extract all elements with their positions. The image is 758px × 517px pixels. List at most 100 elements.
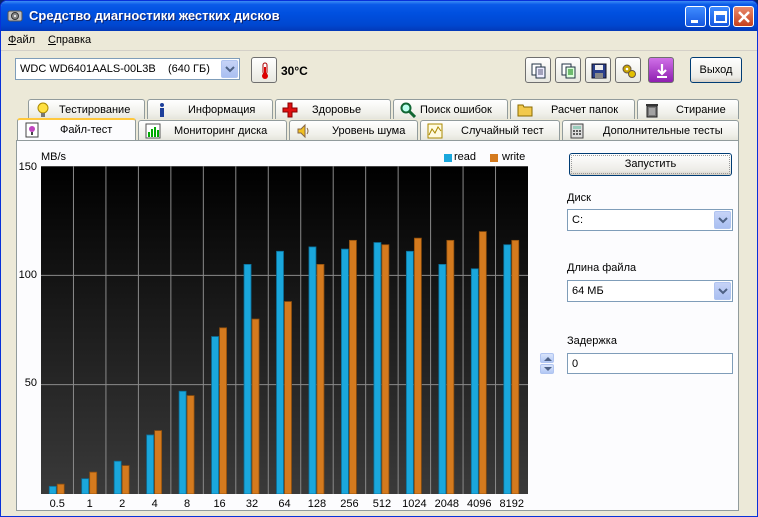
tab-file-test[interactable]: Файл-тест (17, 118, 136, 140)
tab-disk-monitoring[interactable]: Мониторинг диска (138, 120, 287, 140)
bar-write-16 (219, 327, 227, 495)
bar-write-256 (349, 239, 357, 495)
tab-noise-level-label: Уровень шума (332, 125, 406, 137)
tab-erase[interactable]: Стирание (637, 99, 739, 119)
download-button[interactable] (648, 57, 674, 83)
x-tick-label: 4 (151, 498, 158, 510)
health-cross-icon (282, 102, 298, 118)
options-button[interactable] (615, 57, 641, 83)
close-button[interactable] (733, 6, 754, 27)
y-tick-label: 50 (24, 377, 37, 389)
spin-down-button[interactable] (540, 364, 554, 374)
delay-input[interactable]: 0 (567, 353, 733, 374)
disk-select[interactable]: C: (567, 209, 733, 231)
bar-read-1 (81, 478, 90, 495)
drive-select-value: WDC WD6401AALS-00L3B (640 ГБ) (20, 63, 210, 75)
tab-random-test-label: Случайный тест (461, 125, 544, 137)
temperature-value: 30°C (281, 64, 308, 78)
disk-label: Диск (567, 192, 591, 204)
tab-information[interactable]: Информация (147, 99, 273, 119)
bar-write-4 (154, 430, 163, 495)
x-tick-label: 128 (307, 498, 327, 510)
magnifier-icon (400, 102, 416, 118)
tab-error-scan[interactable]: Поиск ошибок (393, 99, 508, 119)
tab-file-test-label: Файл-тест (60, 124, 113, 136)
trash-icon (646, 104, 658, 118)
tab-error-scan-label: Поиск ошибок (420, 104, 492, 116)
tab-disk-monitoring-label: Мониторинг диска (174, 125, 268, 137)
x-tick-label: 4096 (467, 498, 492, 510)
bar-write-1 (89, 471, 98, 495)
title-bar[interactable]: Средство диагностики жестких дисков (1, 1, 757, 31)
tab-extra-tests-label: Дополнительные тесты (603, 125, 723, 137)
bar-read-128 (308, 246, 317, 495)
tab-noise-level[interactable]: Уровень шума (289, 120, 418, 140)
minimize-icon (691, 20, 698, 23)
copy-button[interactable] (525, 57, 551, 83)
download-icon (657, 64, 667, 78)
save-button[interactable] (585, 57, 611, 83)
save-icon (591, 63, 607, 79)
minimize-button[interactable] (685, 6, 706, 27)
calculator-icon (570, 123, 584, 139)
bar-read-2048 (438, 264, 447, 495)
tab-health-label: Здоровье (312, 104, 362, 116)
file-size-select-value: 64 МБ (572, 285, 604, 297)
x-tick-label: 64 (278, 498, 291, 510)
menu-help[interactable]: Справка (48, 34, 91, 46)
bar-read-8192 (503, 244, 512, 495)
bar-read-64 (276, 250, 284, 495)
app-icon (7, 10, 23, 22)
exit-button[interactable]: Выход (690, 57, 742, 83)
bar-read-0.5 (48, 485, 57, 495)
bar-write-2048 (446, 239, 455, 495)
maximize-button[interactable] (709, 6, 730, 27)
info-bulb-icon (37, 102, 49, 117)
bar-read-16 (211, 336, 219, 495)
menu-bar: Файл Справка (1, 31, 757, 51)
bar-write-0.5 (56, 483, 65, 495)
bar-write-32 (251, 318, 260, 495)
bar-write-8192 (511, 239, 520, 495)
drive-select[interactable]: WDC WD6401AALS-00L3B (640 ГБ) (15, 58, 240, 80)
copy-all-button[interactable] (555, 57, 581, 83)
tab-testing-label: Тестирование (59, 104, 131, 116)
bar-write-64 (284, 301, 292, 495)
temperature-button[interactable] (251, 57, 277, 83)
menu-file[interactable]: Файл (8, 34, 35, 46)
x-tick-label: 16 (213, 498, 226, 510)
file-size-select[interactable]: 64 МБ (567, 280, 733, 302)
x-tick-label: 1 (86, 498, 93, 510)
chevron-down-icon[interactable] (221, 60, 238, 78)
bar-read-8 (178, 390, 187, 495)
x-tick-label: 2048 (434, 498, 460, 510)
chart-svg (41, 165, 528, 495)
legend-write-label: write (502, 151, 526, 163)
bar-read-512 (373, 242, 382, 495)
speaker-icon (297, 123, 309, 139)
file-size-label: Длина файла (567, 262, 637, 274)
chevron-down-icon[interactable] (714, 211, 731, 229)
tab-information-label: Информация (188, 104, 256, 116)
bar-read-1024 (405, 250, 414, 495)
tab-random-test[interactable]: Случайный тест (420, 120, 560, 140)
tab-erase-label: Стирание (676, 104, 726, 116)
x-tick-label: 512 (372, 498, 392, 510)
tab-extra-tests[interactable]: Дополнительные тесты (562, 120, 739, 140)
chevron-down-icon[interactable] (714, 282, 731, 300)
tab-folder-calc[interactable]: Расчет папок (510, 99, 635, 119)
x-tick-label: 8192 (499, 498, 524, 510)
legend-read-swatch (444, 154, 452, 162)
bar-write-8 (186, 395, 195, 495)
window-title: Средство диагностики жестких дисков (29, 8, 280, 23)
run-button[interactable]: Запустить (569, 153, 732, 176)
transfer-rate-chart (41, 165, 528, 495)
bar-write-2 (121, 465, 130, 495)
tab-testing[interactable]: Тестирование (28, 99, 145, 119)
spin-up-button[interactable] (540, 353, 554, 363)
file-test-icon (25, 122, 39, 138)
monitor-chart-icon (145, 123, 161, 139)
chevron-up-icon (544, 357, 552, 361)
tab-health[interactable]: Здоровье (275, 99, 391, 119)
maximize-icon (714, 11, 727, 23)
